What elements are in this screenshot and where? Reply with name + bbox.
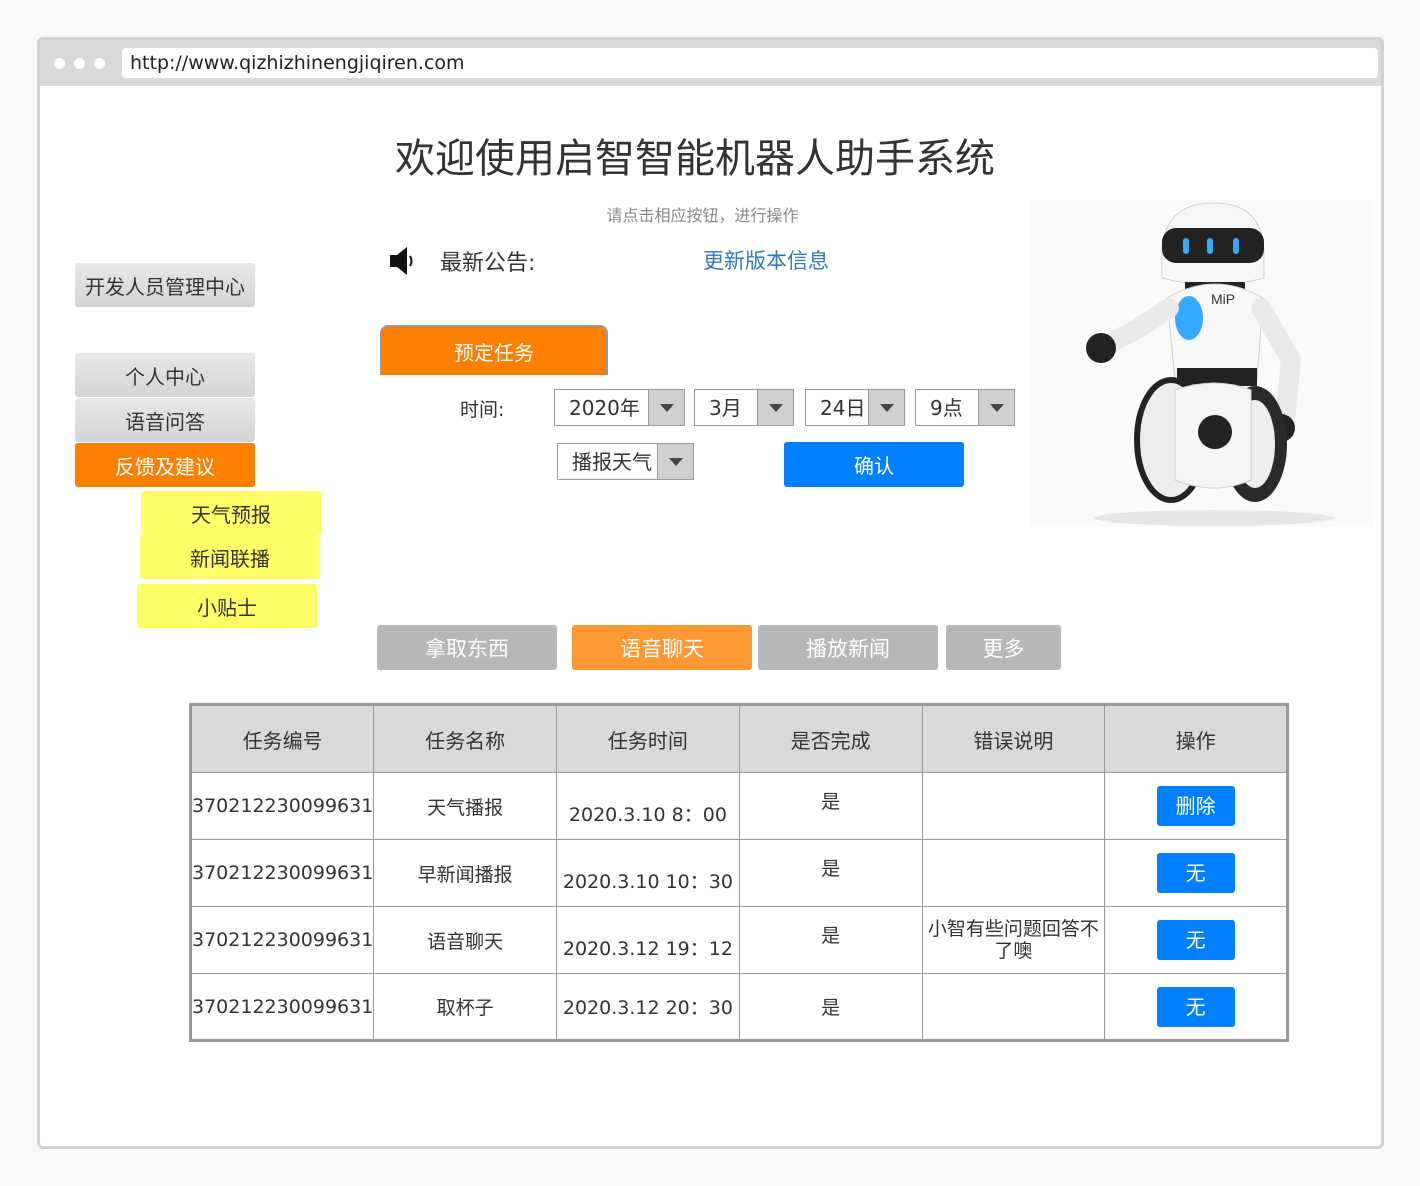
subitem-weather[interactable]: 天气预报 <box>141 491 321 535</box>
task-done: 是 <box>738 839 923 907</box>
task-error <box>921 973 1106 1041</box>
task-name: 语音聊天 <box>373 906 557 974</box>
chevron-down-icon[interactable] <box>868 390 904 425</box>
column-header: 是否完成 <box>738 704 923 773</box>
voice-chat-button[interactable]: 语音聊天 <box>572 625 752 670</box>
sidebar-item-personal-center[interactable]: 个人中心 <box>75 353 255 397</box>
table-row: 370212230099631 取杯子 2020.3.12 20：30 是 无 <box>189 973 1288 1041</box>
window-dot-icon <box>74 58 85 69</box>
task-id: 370212230099631 <box>189 772 375 840</box>
speaker-icon <box>390 247 413 275</box>
hour-select-value: 9点 <box>930 396 963 420</box>
window-dot-icon <box>94 58 105 69</box>
hour-select[interactable]: 9点 <box>915 389 1015 426</box>
task-name: 取杯子 <box>373 973 557 1041</box>
svg-text:MiP: MiP <box>1211 291 1235 307</box>
window-dot-icon <box>54 58 65 69</box>
tab-schedule-task[interactable]: 预定任务 <box>380 325 608 375</box>
table-row: 370212230099631 天气播报 2020.3.10 8：00 是 删除 <box>189 772 1288 840</box>
task-time: 2020.3.10 10：30 <box>556 839 740 907</box>
task-type-select-value: 播报天气 <box>572 450 652 474</box>
sidebar-item-feedback[interactable]: 反馈及建议 <box>75 443 255 487</box>
action-button[interactable]: 无 <box>1156 853 1235 893</box>
table-header-row: 任务编号 任务名称 任务时间 是否完成 错误说明 操作 <box>189 704 1288 773</box>
chevron-down-icon[interactable] <box>657 444 693 479</box>
task-done: 是 <box>738 906 923 974</box>
task-id: 370212230099631 <box>189 906 375 974</box>
task-time: 2020.3.12 19：12 <box>556 906 740 974</box>
column-header: 错误说明 <box>921 704 1106 773</box>
task-action-cell: 无 <box>1104 906 1288 974</box>
browser-toolbar: http://www.qizhizhinengjiqiren.com <box>40 40 1381 86</box>
fetch-items-button[interactable]: 拿取东西 <box>377 625 557 670</box>
task-action-cell: 删除 <box>1104 772 1288 840</box>
task-name: 天气播报 <box>373 772 557 840</box>
task-action-cell: 无 <box>1104 973 1288 1041</box>
more-button[interactable]: 更多 <box>946 625 1061 670</box>
task-action-cell: 无 <box>1104 839 1288 907</box>
robot-image: MiP <box>1029 200 1373 527</box>
year-select[interactable]: 2020年 <box>554 389 685 426</box>
notice-link[interactable]: 更新版本信息 <box>703 245 829 275</box>
chevron-down-icon[interactable] <box>978 390 1014 425</box>
time-label: 时间: <box>460 399 505 421</box>
month-select-value: 3月 <box>709 396 742 420</box>
column-header: 任务编号 <box>189 704 375 773</box>
action-button[interactable]: 无 <box>1156 920 1235 960</box>
dev-center-button[interactable]: 开发人员管理中心 <box>75 263 255 307</box>
chevron-down-icon[interactable] <box>648 390 684 425</box>
task-done: 是 <box>738 772 923 840</box>
page-title: 欢迎使用启智智能机器人助手系统 <box>395 136 995 182</box>
subitem-news[interactable]: 新闻联播 <box>140 535 320 579</box>
confirm-button[interactable]: 确认 <box>784 442 964 487</box>
day-select-value: 24日 <box>820 396 866 420</box>
task-error: 小智有些问题回答不了噢 <box>921 906 1106 974</box>
play-news-button[interactable]: 播放新闻 <box>758 625 938 670</box>
column-header: 任务名称 <box>373 704 557 773</box>
task-error <box>921 772 1106 840</box>
task-id: 370212230099631 <box>189 839 375 907</box>
task-done: 是 <box>738 973 923 1041</box>
browser-window: http://www.qizhizhinengjiqiren.com 欢迎使用启… <box>37 37 1384 1149</box>
task-time: 2020.3.10 8：00 <box>556 772 740 840</box>
task-name: 早新闻播报 <box>373 839 557 907</box>
year-select-value: 2020年 <box>569 396 640 420</box>
column-header: 任务时间 <box>556 704 740 773</box>
task-type-select[interactable]: 播报天气 <box>557 443 694 480</box>
table-row: 370212230099631 早新闻播报 2020.3.10 10：30 是 … <box>189 839 1288 907</box>
notice-label: 最新公告: <box>440 251 536 276</box>
delete-button[interactable]: 删除 <box>1156 786 1235 826</box>
table-row: 370212230099631 语音聊天 2020.3.12 19：12 是 小… <box>189 906 1288 974</box>
task-error <box>921 839 1106 907</box>
subitem-tips[interactable]: 小贴士 <box>137 584 317 628</box>
action-button[interactable]: 无 <box>1156 986 1235 1027</box>
day-select[interactable]: 24日 <box>805 389 905 426</box>
sidebar-item-voice-qa[interactable]: 语音问答 <box>75 398 255 442</box>
month-select[interactable]: 3月 <box>694 389 794 426</box>
address-bar[interactable]: http://www.qizhizhinengjiqiren.com <box>122 48 1378 78</box>
task-id: 370212230099631 <box>189 973 375 1041</box>
task-time: 2020.3.12 20：30 <box>556 973 740 1041</box>
column-header: 操作 <box>1104 704 1288 773</box>
task-table: 任务编号 任务名称 任务时间 是否完成 错误说明 操作 370212230099… <box>189 703 1289 1042</box>
chevron-down-icon[interactable] <box>757 390 793 425</box>
